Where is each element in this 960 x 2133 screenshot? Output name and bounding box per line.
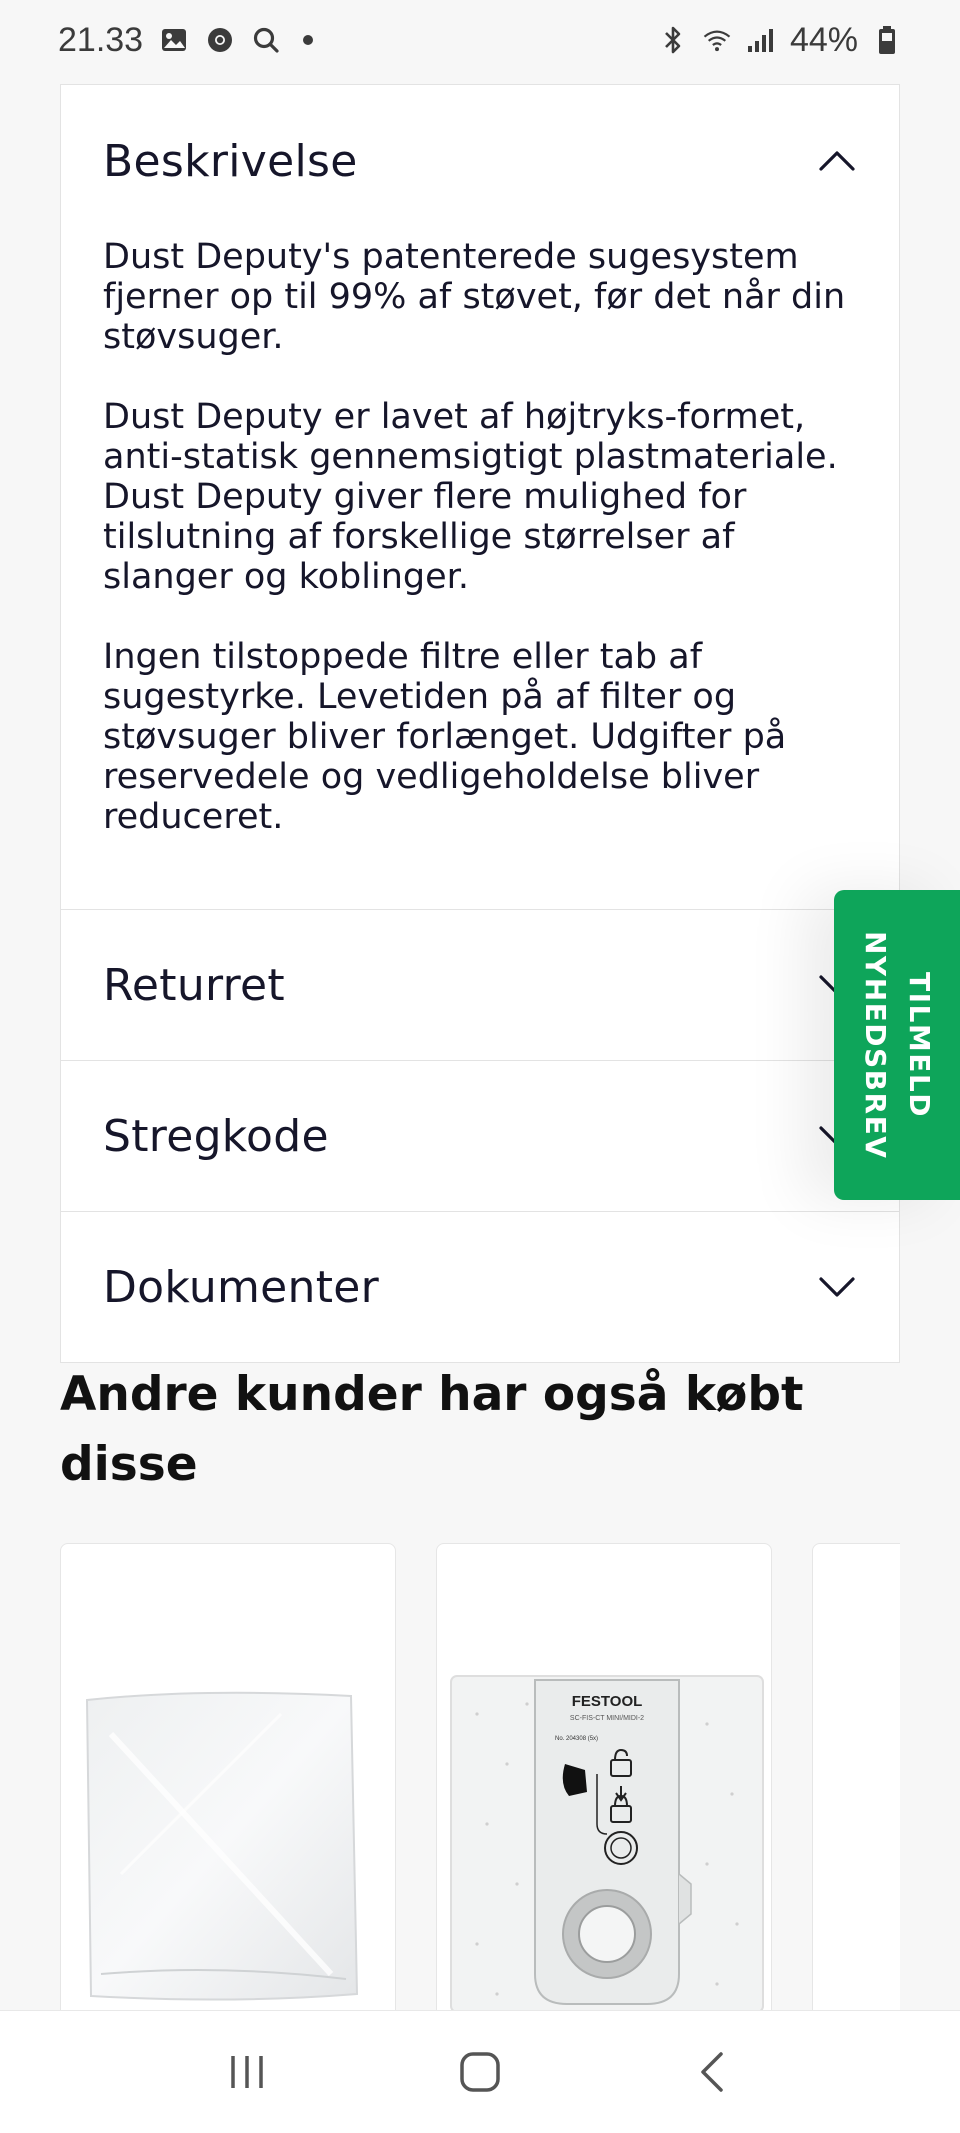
svg-text:SC-FIS-CT MINI/MIDI-2: SC-FIS-CT MINI/MIDI-2 <box>570 1715 644 1722</box>
accordion-title: Returret <box>103 959 285 1011</box>
battery-icon <box>872 25 902 55</box>
newsletter-tab-label: TILMELD NYHEDSBREV <box>853 931 941 1159</box>
chrome-icon <box>205 25 235 55</box>
status-right: 44% <box>658 21 902 60</box>
product-image-filter-bag: FESTOOL SC-FIS-CT MINI/MIDI-2 No. 204308… <box>447 1674 767 2013</box>
system-navigation-bar <box>0 2010 960 2133</box>
accordion-header-dokumenter[interactable]: Dokumenter <box>61 1212 899 1362</box>
description-paragraph: Ingen tilstoppede filtre eller tab af su… <box>103 637 787 837</box>
accordion-title: Beskrivelse <box>103 135 358 187</box>
accordion-title: Dokumenter <box>103 1261 380 1313</box>
home-icon[interactable] <box>450 2042 510 2102</box>
status-time: 21.33 <box>58 20 144 59</box>
chevron-up-icon[interactable] <box>815 139 859 183</box>
newsletter-line-1: TILMELD <box>903 972 936 1118</box>
svg-text:FESTOOL: FESTOOL <box>572 1693 643 1710</box>
signal-icon <box>746 25 776 55</box>
status-bar: 21.33 44% <box>0 0 960 80</box>
page: 21.33 44% Beskrivelse Dust Deputy's pate… <box>0 0 960 2133</box>
related-products-carousel[interactable]: FESTOOL SC-FIS-CT MINI/MIDI-2 No. 204308… <box>60 1543 900 2013</box>
accordion-title: Stregkode <box>103 1110 329 1162</box>
search-icon <box>251 25 281 55</box>
battery-percent: 44% <box>789 20 858 59</box>
product-image-plastic-bag <box>81 1674 371 2013</box>
wifi-icon <box>702 25 732 55</box>
accordion-header-returret[interactable]: Returret <box>61 910 899 1060</box>
newsletter-line-2: NYHEDSBREV <box>859 930 892 1160</box>
accordion-section-dokumenter: Dokumenter <box>61 1212 899 1362</box>
description-paragraph: Dust Deputy's patenterede sugesystem fje… <box>103 237 846 357</box>
bluetooth-icon <box>658 25 688 55</box>
accordion-header-stregkode[interactable]: Stregkode <box>61 1061 899 1211</box>
accordion-section-returret: Returret <box>61 910 899 1061</box>
svg-text:No. 204308 (5x): No. 204308 (5x) <box>555 1736 598 1742</box>
notification-dot-icon <box>303 35 314 45</box>
recent-apps-icon[interactable] <box>217 2042 277 2102</box>
related-products-title: Andre kunder har også købt disse <box>60 1367 804 1492</box>
product-card[interactable] <box>812 1543 900 2013</box>
status-left: 21.33 <box>58 20 314 60</box>
back-icon[interactable] <box>683 2042 743 2102</box>
accordion-body-beskrivelse: Dust Deputy's patenterede sugesystem fje… <box>61 237 899 909</box>
product-info-accordion: Beskrivelse Dust Deputy's patenterede su… <box>60 84 900 1363</box>
accordion-section-beskrivelse: Beskrivelse Dust Deputy's patenterede su… <box>61 85 899 910</box>
gallery-icon <box>159 25 189 55</box>
product-card[interactable]: FESTOOL SC-FIS-CT MINI/MIDI-2 No. 204308… <box>436 1543 772 2013</box>
product-card[interactable] <box>60 1543 396 2013</box>
accordion-section-stregkode: Stregkode <box>61 1061 899 1212</box>
newsletter-signup-tab[interactable]: TILMELD NYHEDSBREV <box>834 890 960 1200</box>
chevron-down-icon[interactable] <box>815 1265 859 1309</box>
accordion-header-beskrivelse[interactable]: Beskrivelse <box>61 85 899 237</box>
description-paragraph: Dust Deputy er lavet af højtryks-formet,… <box>103 397 838 597</box>
